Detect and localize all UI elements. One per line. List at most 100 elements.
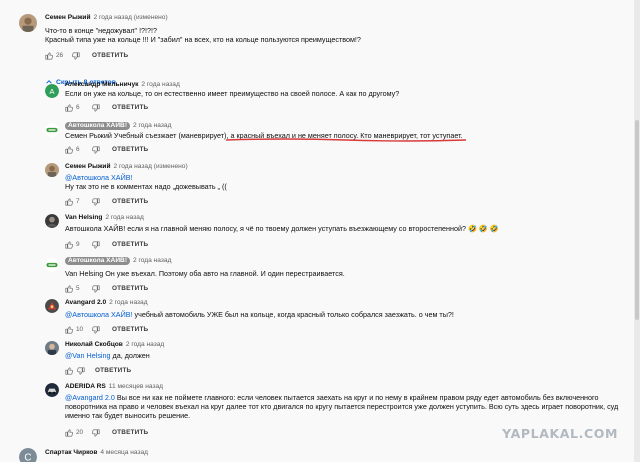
thumbs-up-icon[interactable] bbox=[65, 366, 73, 375]
like-count: 20 bbox=[76, 429, 84, 436]
author-name[interactable]: Семен Рыжий bbox=[65, 163, 111, 170]
author-name[interactable]: Николай Скобцов bbox=[65, 341, 123, 348]
comment-header: Van Helsing 2 года назад bbox=[65, 214, 144, 222]
comment-text: @Van Helsing да, должен bbox=[65, 351, 625, 360]
comment-header: Спартак Чирков 4 месяца назад bbox=[45, 449, 148, 457]
comment-text: @Автошкола ХАЙВ! учебный автомобиль УЖЕ … bbox=[65, 310, 625, 319]
like-count: 6 bbox=[76, 146, 80, 153]
comment-text: Автошкола ХАЙВ! если я на главной меняю … bbox=[65, 224, 625, 233]
thumbs-down-icon[interactable] bbox=[92, 325, 100, 334]
comment-text: Что-то в конце "недожувал" !?!?!? Красны… bbox=[45, 26, 605, 44]
avangard-avatar-icon[interactable] bbox=[45, 299, 59, 313]
comment-header: Avangard 2.0 2 года назад bbox=[65, 299, 148, 307]
thumbs-up-icon[interactable] bbox=[65, 284, 73, 293]
avatar-letter: A bbox=[49, 87, 55, 96]
thumbs-down-icon[interactable] bbox=[92, 103, 100, 112]
comment-text: Van Helsing Он уже въехал. Поэтому оба а… bbox=[65, 269, 625, 278]
photo-icon[interactable] bbox=[19, 14, 37, 32]
comment-timestamp[interactable]: 2 года назад bbox=[133, 257, 171, 264]
comment-line: Вы все ни как не поймете главного: если … bbox=[114, 393, 599, 402]
comment-timestamp[interactable]: 2 года назад bbox=[133, 122, 171, 129]
reply-button[interactable]: ОТВЕТИТЬ bbox=[112, 104, 148, 111]
comment-actions: 6 ОТВЕТИТЬ bbox=[65, 145, 148, 154]
comment-text: @Автошкола ХАЙВ! Ну так это не в коммент… bbox=[65, 173, 625, 191]
comment-timestamp[interactable]: 2 года назад bbox=[126, 341, 164, 348]
nikolay-avatar-icon[interactable] bbox=[45, 341, 59, 355]
comment-header: ADERIDA RS 11 месяцев назад bbox=[65, 383, 163, 391]
thumbs-down-icon[interactable] bbox=[92, 284, 100, 293]
comment-thread: Семен Рыжий 2 года назад (изменено) Что-т… bbox=[0, 0, 628, 64]
comment-line: Красный типа уже на кольце !!! И "забил"… bbox=[45, 35, 361, 45]
mention-link[interactable]: @Автошкола ХАЙВ! bbox=[65, 173, 625, 182]
comment-line: Что-то в конце "недожувал" !?!?!? bbox=[45, 26, 158, 35]
helsing-avatar-icon[interactable] bbox=[45, 214, 59, 228]
comment-timestamp[interactable]: 2 года назад bbox=[141, 81, 179, 88]
reply: Николай Скобцов 2 года назад @Van Helsing… bbox=[0, 341, 628, 381]
mention-link[interactable]: @Автошкола ХАЙВ! bbox=[65, 310, 133, 319]
school-logo-icon[interactable] bbox=[45, 123, 59, 137]
thumbs-up-icon[interactable] bbox=[45, 51, 53, 60]
reply-button[interactable]: ОТВЕТИТЬ bbox=[92, 52, 128, 59]
author-name[interactable]: Семен Рыжий bbox=[45, 14, 91, 21]
comment-header: Автошкола ХАЙВ! 2 года назад bbox=[65, 122, 171, 130]
comment-timestamp[interactable]: 11 месяцев назад bbox=[109, 383, 163, 390]
comment-line: Ну так это не в комментах надо „дожевыва… bbox=[65, 182, 227, 192]
comment-actions: 26 ОТВЕТИТЬ bbox=[45, 51, 128, 60]
thumbs-up-icon[interactable] bbox=[65, 197, 73, 206]
thumbs-down-icon[interactable] bbox=[72, 51, 80, 60]
reply-button[interactable]: ОТВЕТИТЬ bbox=[112, 241, 148, 248]
mention-link[interactable]: @Van Helsing bbox=[65, 351, 111, 360]
like-count: 5 bbox=[76, 285, 80, 292]
comment-actions: 7 ОТВЕТИТЬ bbox=[65, 197, 148, 206]
thumbs-down-icon[interactable] bbox=[92, 240, 100, 249]
author-name[interactable]: Спартак Чирков bbox=[45, 449, 97, 456]
comment-timestamp[interactable]: 2 года назад (изменено) bbox=[114, 163, 188, 170]
comment-line: Автошкола ХАЙВ! если я на главной меняю … bbox=[65, 224, 499, 233]
comment-line: Если он уже на кольце, то он естественно… bbox=[65, 89, 400, 98]
like-count: 10 bbox=[76, 326, 84, 333]
comment-timestamp[interactable]: 2 года назад bbox=[109, 299, 147, 306]
thumbs-up-icon[interactable] bbox=[65, 145, 73, 154]
author-name[interactable]: Van Helsing bbox=[65, 214, 102, 221]
thumbs-down-icon[interactable] bbox=[77, 366, 85, 375]
thumbs-up-icon[interactable] bbox=[65, 428, 73, 437]
reply-button[interactable]: ОТВЕТИТЬ bbox=[112, 198, 148, 205]
scrollbar[interactable] bbox=[634, 0, 640, 462]
comment-timestamp[interactable]: 4 месяца назад bbox=[100, 449, 148, 456]
scrollbar-thumb[interactable] bbox=[635, 120, 639, 320]
photo-icon[interactable] bbox=[45, 163, 59, 177]
mention-link[interactable]: @Avangard 2.0 bbox=[65, 393, 115, 402]
comment-actions: 10 ОТВЕТИТЬ bbox=[65, 325, 148, 334]
comment-timestamp[interactable]: 2 года назад bbox=[105, 214, 143, 221]
comment-timestamp[interactable]: 2 года назад (изменено) bbox=[94, 14, 168, 21]
comment-header: Семен Рыжий 2 года назад (изменено) bbox=[65, 163, 188, 171]
aderida-avatar-icon[interactable] bbox=[45, 383, 59, 397]
comment-text: Если он уже на кольце, то он естественно… bbox=[65, 89, 625, 98]
thumbs-down-icon[interactable] bbox=[92, 428, 100, 437]
thumbs-up-icon[interactable] bbox=[65, 103, 73, 112]
thumbs-up-icon[interactable] bbox=[65, 240, 73, 249]
avatar-letter: С bbox=[24, 453, 31, 462]
reply-button[interactable]: ОТВЕТИТЬ bbox=[95, 367, 131, 374]
reply-button[interactable]: ОТВЕТИТЬ bbox=[112, 326, 148, 333]
author-name[interactable]: ADERIDA RS bbox=[65, 383, 106, 390]
author-name-chip[interactable]: Автошкола ХАЙВ! bbox=[65, 257, 131, 265]
comment-actions: 6 ОТВЕТИТЬ bbox=[65, 103, 148, 112]
letter-c-icon[interactable]: С bbox=[19, 448, 37, 462]
comment-header: Автошкола ХАЙВ! 2 года назад bbox=[65, 257, 171, 265]
reply-button[interactable]: ОТВЕТИТЬ bbox=[112, 285, 148, 292]
thumbs-up-icon[interactable] bbox=[65, 325, 73, 334]
author-name[interactable]: Александр Мельничук bbox=[65, 81, 138, 88]
thumbs-down-icon[interactable] bbox=[92, 197, 100, 206]
letter-a-icon[interactable]: A bbox=[45, 84, 59, 98]
thumbs-down-icon[interactable] bbox=[92, 145, 100, 154]
reply-button[interactable]: ОТВЕТИТЬ bbox=[112, 146, 148, 153]
comment-header: Семен Рыжий 2 года назад (изменено) bbox=[45, 14, 168, 22]
author-name[interactable]: Avangard 2.0 bbox=[65, 299, 106, 306]
reply-button[interactable]: ОТВЕТИТЬ bbox=[112, 429, 148, 436]
red-underline-annotation bbox=[225, 138, 467, 142]
author-name-chip[interactable]: Автошкола ХАЙВ! bbox=[65, 122, 131, 130]
reply: Семен Рыжий 2 года назад (изменено) @Авто… bbox=[0, 163, 628, 207]
school-logo-icon[interactable] bbox=[45, 258, 59, 272]
comment-actions: 20 ОТВЕТИТЬ bbox=[65, 428, 148, 437]
